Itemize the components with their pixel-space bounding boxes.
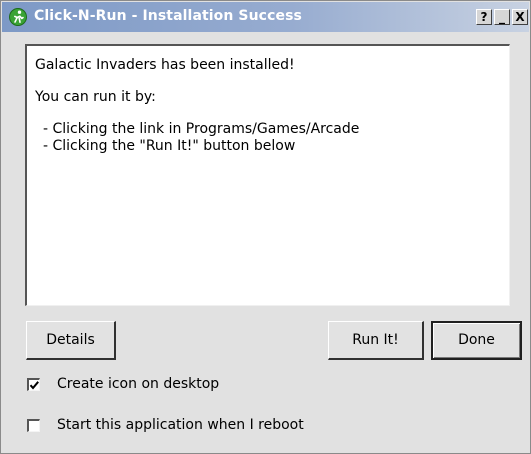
window-title: Click-N-Run - Installation Success bbox=[34, 8, 302, 24]
create-icon-label: Create icon on desktop bbox=[57, 376, 220, 392]
message-text-area[interactable]: Galactic Invaders has been installed! Yo… bbox=[25, 44, 510, 306]
click-n-run-logo-icon bbox=[9, 8, 27, 26]
minimize-button[interactable]: _ bbox=[494, 9, 510, 25]
message-line-run-intro: You can run it by: bbox=[35, 89, 156, 105]
start-on-reboot-checkbox[interactable] bbox=[27, 419, 40, 432]
message-line-run-button: - Clicking the "Run It!" button below bbox=[43, 138, 296, 154]
start-on-reboot-label: Start this application when I reboot bbox=[57, 417, 304, 433]
run-it-button[interactable]: Run It! bbox=[328, 321, 424, 360]
close-button[interactable]: X bbox=[512, 9, 528, 25]
details-button[interactable]: Details bbox=[26, 321, 116, 360]
checkmark-icon bbox=[29, 381, 39, 390]
help-button[interactable]: ? bbox=[476, 9, 492, 25]
installation-success-dialog: Click-N-Run - Installation Success ? _ X… bbox=[0, 0, 531, 454]
done-button[interactable]: Done bbox=[431, 321, 522, 360]
message-line-installed: Galactic Invaders has been installed! bbox=[35, 57, 295, 73]
title-bar[interactable]: Click-N-Run - Installation Success ? _ X bbox=[2, 2, 529, 32]
message-line-programs-link: - Clicking the link in Programs/Games/Ar… bbox=[43, 121, 360, 137]
create-icon-checkbox[interactable] bbox=[27, 378, 40, 391]
